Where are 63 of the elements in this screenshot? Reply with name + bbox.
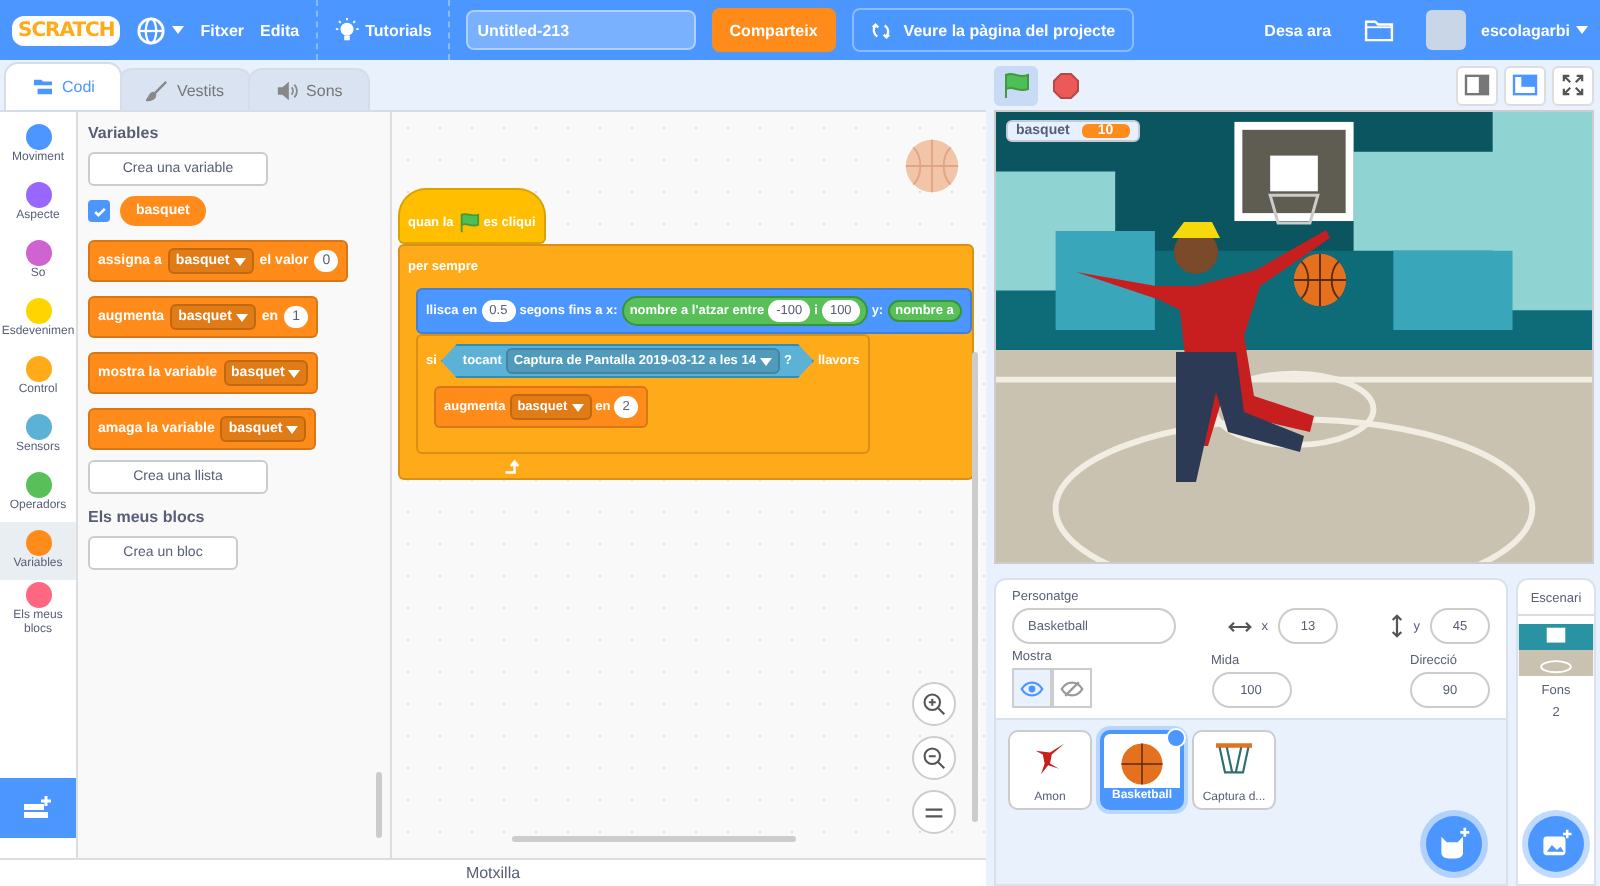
sprite-figure-icon	[1032, 740, 1068, 776]
variable-checkbox[interactable]	[88, 200, 110, 222]
zoom-out-button[interactable]	[912, 736, 956, 780]
flag-icon	[457, 212, 480, 234]
flag-icon	[1002, 71, 1030, 99]
caret-icon	[172, 26, 185, 34]
editor-tab[interactable]: Sons	[248, 68, 371, 110]
basketball-drawing	[1292, 252, 1348, 308]
add-extension-button[interactable]	[0, 778, 76, 838]
scrollbar[interactable]	[512, 836, 796, 842]
fullscreen-icon	[1562, 74, 1584, 96]
caret-icon	[233, 257, 246, 265]
choose-sprite-button[interactable]	[1426, 816, 1482, 872]
palette-heading: Els meus blocs	[88, 508, 205, 526]
loop-arrow-icon	[502, 457, 520, 475]
speaker-icon	[276, 79, 299, 101]
language-menu[interactable]	[136, 15, 185, 45]
basketball-icon	[1120, 742, 1164, 786]
choose-backdrop-button[interactable]	[1528, 816, 1584, 872]
backdrop-thumbnail	[1518, 624, 1594, 676]
fullscreen-button[interactable]	[1552, 65, 1594, 105]
check-icon	[91, 203, 107, 219]
caret-icon	[286, 425, 299, 433]
large-stage-icon	[1512, 74, 1538, 96]
code-icon	[32, 78, 54, 96]
folder-icon[interactable]	[1363, 18, 1394, 42]
lightbulb-icon	[333, 17, 360, 43]
backpack-label: Motxilla	[465, 864, 521, 882]
palette-heading: Variables	[88, 124, 159, 142]
stop-icon	[1052, 71, 1080, 99]
caret-icon	[759, 357, 772, 365]
avatar-icon[interactable]	[1425, 10, 1466, 50]
extension-icon	[22, 794, 54, 822]
editor-tab[interactable]: Vestits	[118, 68, 253, 110]
eye-icon	[1020, 679, 1044, 697]
horizontal-arrow-icon	[1227, 619, 1252, 633]
caret-icon	[571, 403, 584, 411]
equals-icon	[924, 805, 944, 819]
sprite-ball-icon	[904, 138, 960, 194]
globe-icon	[136, 15, 167, 45]
zoom-out-icon	[922, 746, 946, 770]
scrollbar[interactable]	[376, 772, 382, 838]
cat-add-icon	[1436, 826, 1472, 862]
caret-icon	[288, 369, 301, 377]
backpack-bar[interactable]: Motxilla	[0, 858, 986, 886]
caret-icon	[235, 313, 248, 321]
delete-sprite-button[interactable]	[1166, 728, 1186, 748]
zoom-in-button[interactable]	[912, 682, 956, 726]
vertical-arrow-icon	[1389, 614, 1404, 638]
image-add-icon	[1539, 827, 1573, 861]
brush-icon	[146, 79, 169, 101]
run-flag-button[interactable]	[994, 65, 1038, 105]
stage-layout-button[interactable]	[1456, 65, 1498, 105]
scrollbar[interactable]	[972, 352, 978, 822]
hide-button[interactable]	[1052, 668, 1092, 708]
zoom-in-icon	[922, 692, 946, 716]
small-stage-icon	[1464, 74, 1490, 96]
show-button[interactable]	[1012, 668, 1052, 708]
arrows-icon	[869, 19, 892, 41]
eye-off-icon	[1060, 679, 1084, 697]
reset-zoom-button[interactable]	[912, 790, 956, 834]
caret-icon	[1576, 26, 1588, 34]
hoop-icon	[1212, 740, 1256, 776]
